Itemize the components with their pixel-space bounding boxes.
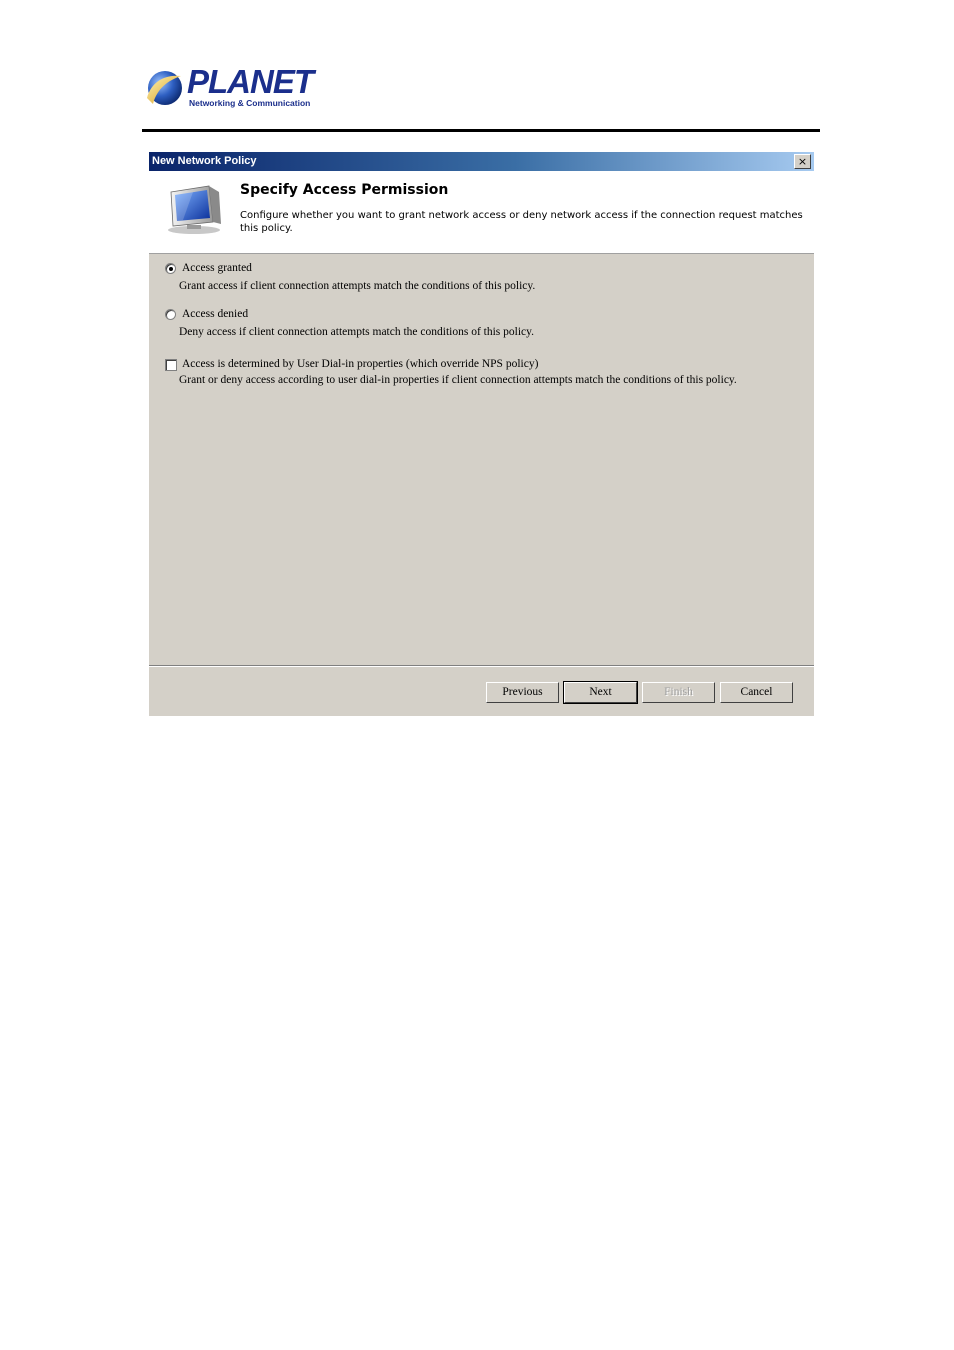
access-granted-radio[interactable] — [165, 263, 176, 274]
header-rule — [142, 129, 820, 132]
dial-in-properties-label[interactable]: Access is determined by User Dial-in pro… — [182, 358, 538, 370]
globe-logo-icon — [147, 71, 182, 105]
button-separator — [149, 665, 814, 667]
logo-tagline: Networking & Communication — [189, 98, 311, 108]
dialog-title: New Network Policy — [152, 155, 257, 167]
wizard-header: Specify Access Permission Configure whet… — [149, 171, 814, 254]
page-title: Specify Access Permission — [240, 182, 449, 198]
access-granted-description: Grant access if client connection attemp… — [179, 280, 536, 292]
close-button[interactable]: × — [794, 154, 811, 169]
access-denied-label[interactable]: Access denied — [182, 308, 248, 320]
logo-wordmark: PLANET — [187, 63, 314, 100]
new-network-policy-dialog: New Network Policy × Specify Access Perm… — [149, 152, 814, 716]
dial-in-properties-description: Grant or deny access according to user d… — [179, 374, 737, 386]
access-denied-description: Deny access if client connection attempt… — [179, 326, 535, 338]
dialog-titlebar[interactable]: New Network Policy × — [149, 152, 814, 171]
planet-logo: PLANET Networking & Communication — [143, 63, 314, 110]
previous-button[interactable]: Previous — [486, 682, 559, 703]
access-denied-radio[interactable] — [165, 309, 176, 320]
finish-button: Finish — [642, 682, 715, 703]
cancel-button[interactable]: Cancel — [720, 682, 793, 703]
next-button[interactable]: Next — [563, 681, 638, 704]
computer-monitor-icon — [168, 185, 221, 234]
page-description: Configure whether you want to grant netw… — [240, 210, 803, 234]
access-granted-label[interactable]: Access granted — [182, 262, 252, 274]
dial-in-properties-checkbox[interactable] — [165, 359, 177, 371]
